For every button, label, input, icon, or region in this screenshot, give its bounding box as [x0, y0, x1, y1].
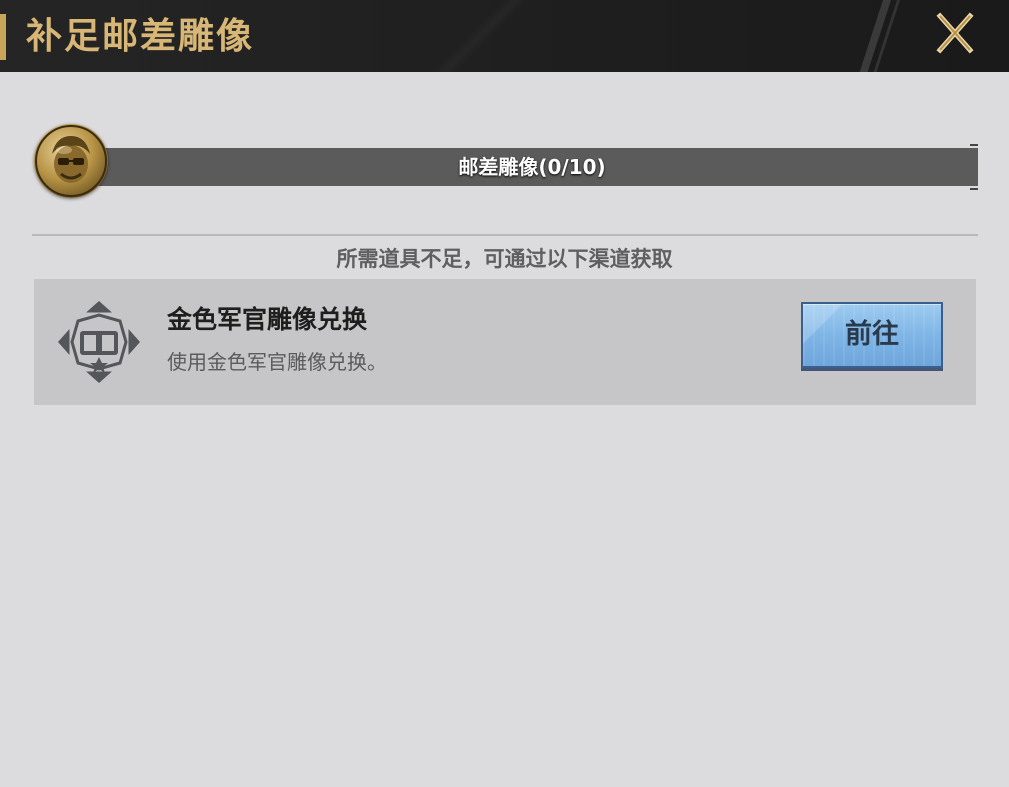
section-divider	[32, 234, 978, 236]
progress-cap	[970, 144, 978, 146]
progress-label: 邮差雕像(0/10)	[458, 155, 606, 179]
go-button[interactable]: 前往	[801, 302, 943, 368]
item-progress-bar: 邮差雕像(0/10)	[86, 144, 978, 190]
dialog-title: 补足邮差雕像	[26, 16, 255, 57]
close-icon	[936, 12, 974, 54]
insufficient-items-hint: 所需道具不足，可通过以下渠道获取	[336, 247, 673, 271]
header-accent-bar	[0, 14, 6, 60]
close-button[interactable]	[930, 8, 980, 58]
source-description: 使用金色军官雕像兑换。	[167, 350, 387, 374]
header-decoration	[380, 0, 580, 72]
officer-exchange-icon	[56, 299, 142, 385]
progress-cap	[970, 188, 978, 190]
source-title: 金色军官雕像兑换	[167, 305, 368, 334]
source-card: 金色军官雕像兑换 使用金色军官雕像兑换。 前往	[34, 279, 976, 405]
go-button-label: 前往	[845, 319, 899, 350]
postman-statue-icon	[34, 124, 108, 198]
dialog-header: 补足邮差雕像	[0, 0, 1009, 72]
